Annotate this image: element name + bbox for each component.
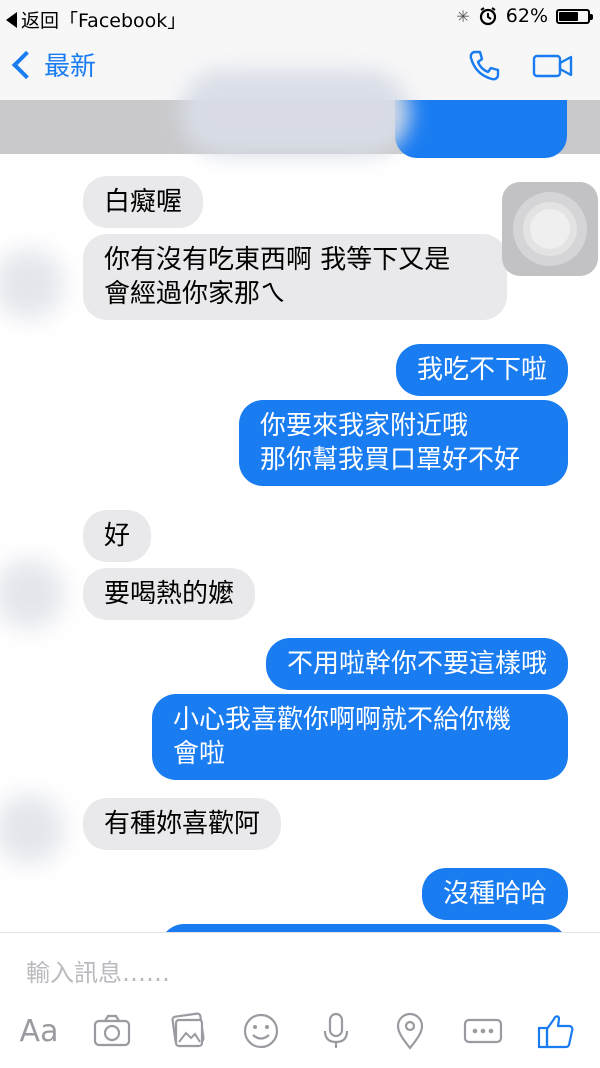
back-label: 最新 [44,52,97,82]
text-format-button[interactable]: Aa [16,1011,62,1051]
contact-avatar [0,559,64,629]
message-outgoing[interactable]: 你要來我家附近哦 那你幫我買口罩好不好 [239,400,568,486]
back-arrow-icon [6,11,17,28]
message-incoming[interactable]: 白癡喔 [83,176,204,228]
message-input[interactable]: 輸入訊息…… [26,953,170,988]
partial-outgoing-bubble [395,100,567,158]
message-incoming[interactable]: 要喝熱的嬤 [83,568,256,620]
return-app-label: 返回「Facebook」 [21,10,187,32]
chevron-left-icon [11,50,41,79]
battery-percent: 62% [505,5,548,27]
blurred-avatar [180,70,410,156]
camera-icon[interactable] [92,1011,132,1051]
return-to-app[interactable]: 返回「Facebook」 [6,6,186,33]
message-outgoing[interactable]: 不用啦幹你不要這樣哦 [265,638,568,690]
partial-outgoing-bubble [160,924,568,932]
message-outgoing[interactable]: 小心我喜歡你啊啊就不給你機 會啦 [152,694,568,780]
microphone-icon[interactable] [318,1011,354,1051]
more-icon[interactable] [462,1011,504,1051]
photo-icon[interactable] [168,1011,208,1051]
like-icon[interactable] [536,1011,576,1051]
back-button[interactable]: 最新 [10,46,96,83]
location-icon[interactable] [392,1011,428,1051]
composer-toolbar: Aa [0,1011,600,1055]
loading-icon: ✳ [456,6,470,26]
status-bar: 返回「Facebook」 ✳ 62% [0,0,600,34]
message-incoming[interactable]: 有種妳喜歡阿 [83,798,282,850]
alarm-icon [479,7,496,26]
message-incoming[interactable]: 好 [83,510,152,562]
contact-avatar [0,249,64,319]
assistive-touch-button[interactable] [502,182,598,276]
message-incoming[interactable]: 你有沒有吃東西啊 我等下又是 會經過你家那ㄟ [83,234,507,320]
emoji-icon[interactable] [241,1011,281,1051]
message-outgoing[interactable]: 沒種哈哈 [421,868,568,920]
video-call-icon[interactable] [532,54,574,78]
composer: 輸入訊息…… Aa [0,932,600,1068]
contact-avatar [0,794,64,864]
battery-icon [556,8,593,24]
phone-call-icon[interactable] [466,48,502,84]
message-outgoing[interactable]: 我吃不下啦 [395,344,568,396]
